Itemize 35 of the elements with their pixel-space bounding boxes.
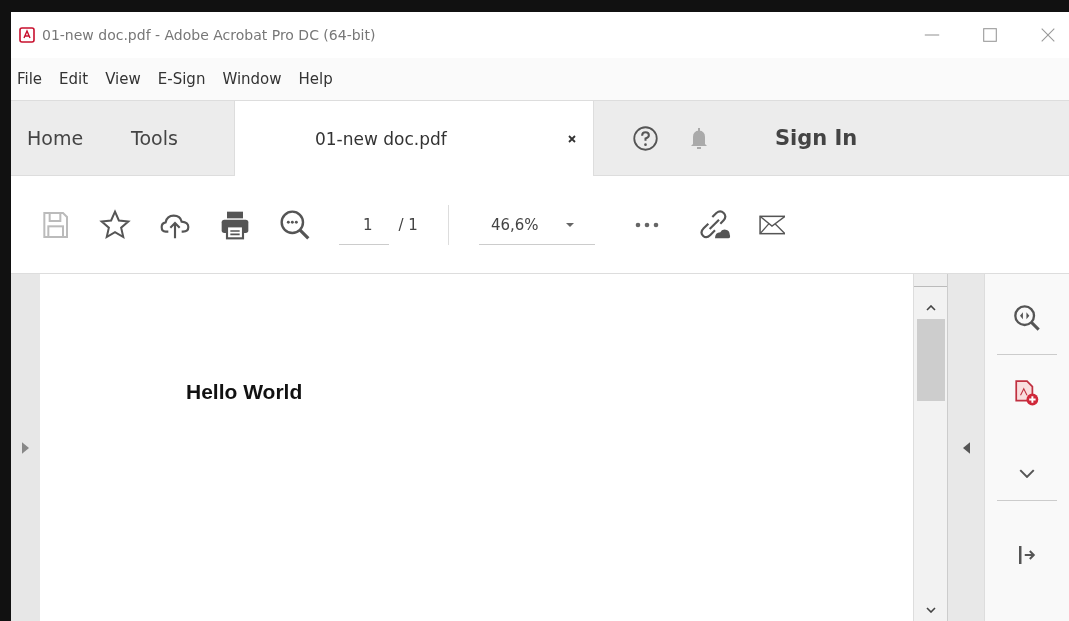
menu-item[interactable]: Edit	[59, 70, 89, 88]
window-title: 01-new doc.pdf - Adobe Acrobat Pro DC (64-bit)	[42, 27, 376, 43]
close-icon[interactable]	[1039, 26, 1057, 44]
zoom-dropdown[interactable]: 46,6%	[478, 204, 595, 245]
menu-item[interactable]: View	[105, 70, 141, 88]
create-pdf-icon[interactable]	[1013, 379, 1041, 407]
expand-panel-icon[interactable]	[22, 441, 29, 454]
scroll-down-icon[interactable]	[925, 607, 936, 613]
page-number-field[interactable]: 1	[339, 216, 389, 245]
zoom-search-icon[interactable]	[279, 208, 311, 241]
help-icon[interactable]	[631, 124, 659, 152]
pdf-app-icon	[19, 27, 35, 43]
menu-item[interactable]: E-Sign	[157, 70, 206, 88]
collapse-panel-icon[interactable]	[962, 441, 970, 454]
more-icon[interactable]	[634, 221, 659, 228]
close-tab-icon[interactable]	[566, 133, 577, 144]
cloud-link-icon[interactable]	[698, 208, 731, 241]
zoom-icon[interactable]	[1013, 304, 1041, 332]
star-icon[interactable]	[99, 208, 131, 241]
scrollbar-thumb[interactable]	[916, 319, 945, 401]
caret-icon	[564, 222, 575, 228]
document-text: Hello World	[186, 380, 303, 403]
scrollbar[interactable]	[914, 274, 947, 621]
sign-in-button[interactable]: Sign In	[774, 126, 858, 150]
menu-item[interactable]: File	[17, 70, 43, 88]
nav-tab[interactable]: Home	[11, 101, 108, 175]
scroll-up-icon[interactable]	[925, 305, 936, 311]
page-total: / 1	[398, 215, 418, 234]
bar-arrow-icon[interactable]	[1018, 543, 1036, 567]
document-tab[interactable]: 01-new doc.pdf	[233, 101, 594, 176]
menu-item[interactable]: Help	[298, 70, 333, 88]
chevron-down-icon[interactable]	[1019, 469, 1035, 478]
mail-icon[interactable]	[758, 214, 785, 235]
menu-item[interactable]: Window	[222, 70, 282, 88]
nav-tab[interactable]: Tools	[107, 101, 202, 175]
